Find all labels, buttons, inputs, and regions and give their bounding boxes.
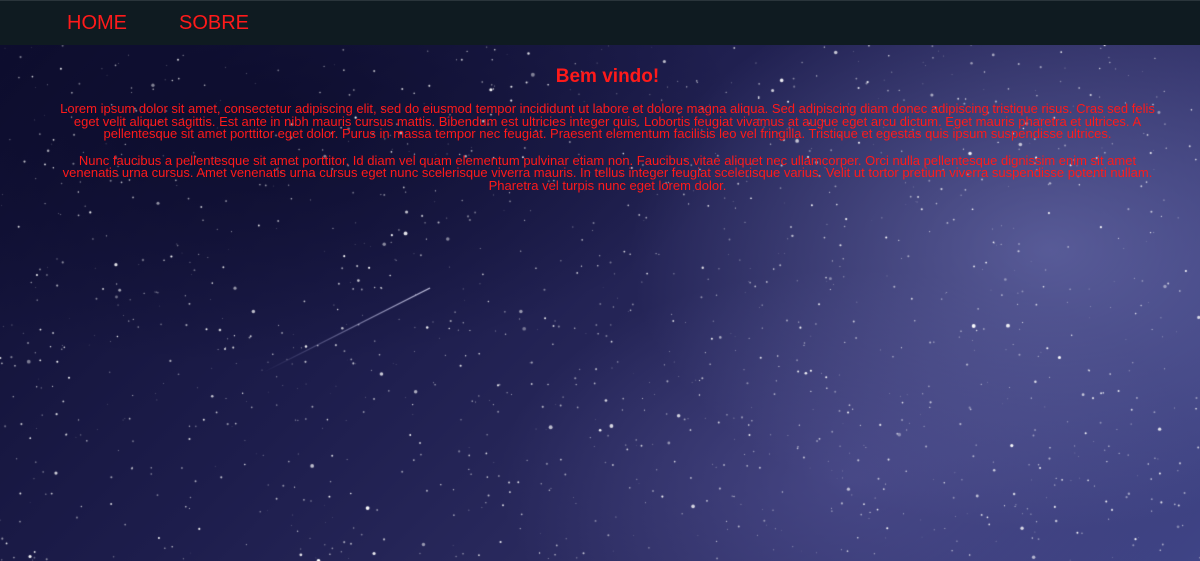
- intro-paragraph-2: Nunc faucibus a pellentesque sit amet po…: [62, 152, 1153, 193]
- top-navbar: HOME SOBRE: [0, 0, 1200, 45]
- intro-paragraph-1: Lorem ipsum dolor sit amet, consectetur …: [60, 101, 1155, 141]
- nav-link-home[interactable]: HOME: [67, 12, 127, 34]
- main-content: Bem vindo! Lorem ipsum dolor sit amet, c…: [60, 66, 1155, 206]
- nav-link-sobre[interactable]: SOBRE: [179, 12, 249, 34]
- page-title: Bem vindo!: [555, 66, 660, 87]
